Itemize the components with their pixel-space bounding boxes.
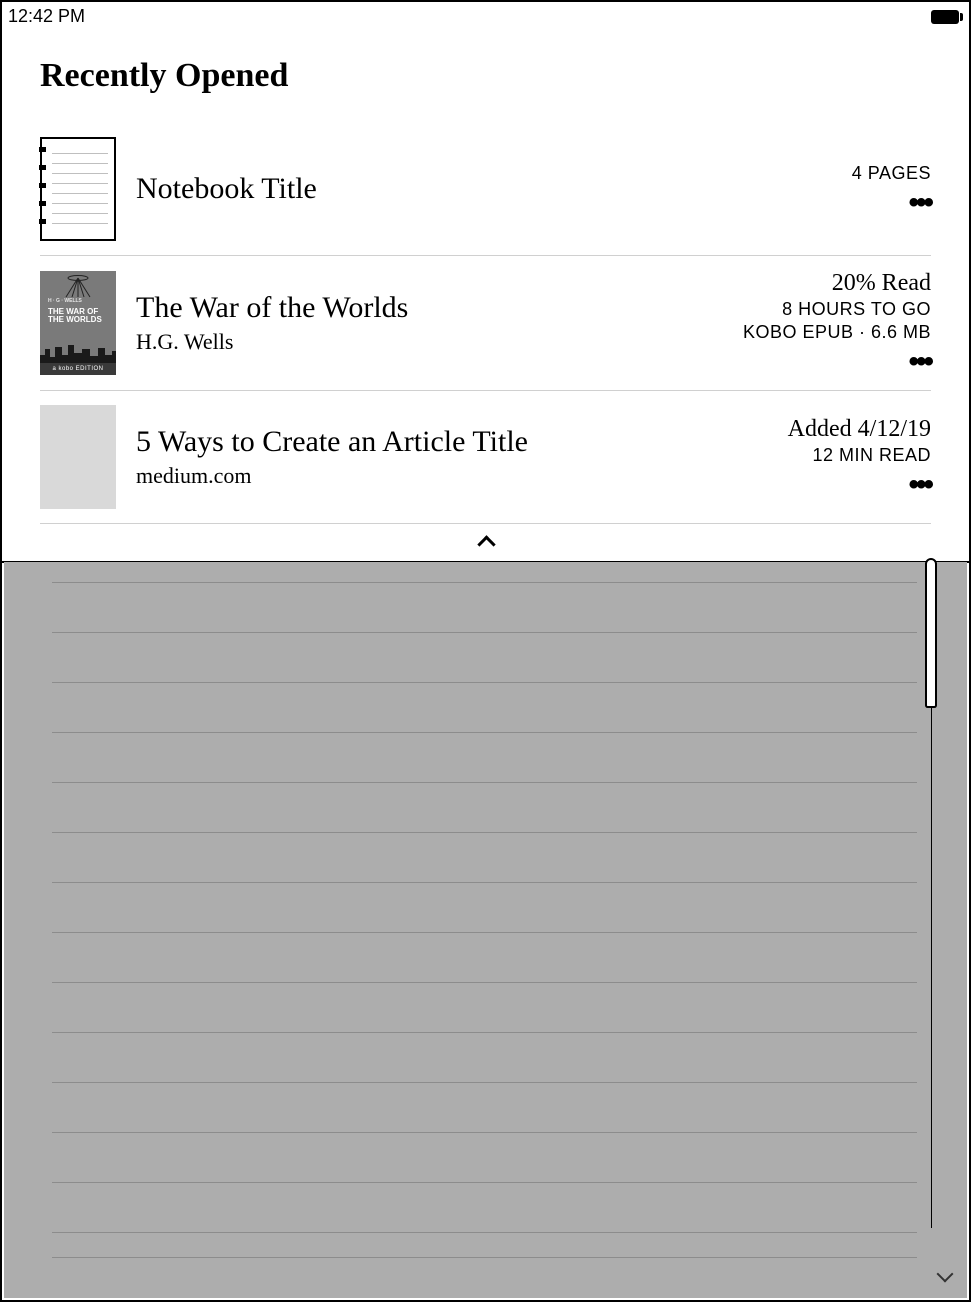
more-options-icon[interactable]: •••	[908, 194, 931, 212]
chevron-up-icon	[477, 532, 495, 550]
item-source: medium.com	[136, 463, 768, 489]
row-meta: 20% Read 8 HOURS TO GO KOBO EPUB · 6.6 M…	[743, 270, 931, 376]
row-main: 5 Ways to Create an Article Title medium…	[136, 425, 768, 490]
book-cover-thumbnail: H · G · WELLS THE WAR OF THE WORLDS a ko…	[40, 271, 116, 375]
cover-title: THE WAR OF THE WORLDS	[48, 307, 102, 325]
status-time: 12:42 PM	[8, 6, 85, 27]
more-options-icon[interactable]: •••	[908, 353, 931, 371]
cover-edition: a kobo EDITION	[40, 363, 116, 375]
row-main: Notebook Title	[136, 172, 832, 207]
item-read-time: 12 MIN READ	[788, 445, 931, 466]
status-bar: 12:42 PM	[2, 2, 969, 29]
recently-opened-panel: Recently Opened Notebook Title 4 PAGES •…	[2, 29, 969, 561]
section-title: Recently Opened	[40, 57, 931, 95]
item-time-remaining: 8 HOURS TO GO	[743, 299, 931, 320]
item-title: 5 Ways to Create an Article Title	[136, 425, 566, 460]
more-options-icon[interactable]: •••	[908, 476, 931, 494]
stylus-icon	[923, 558, 939, 708]
collapse-panel-button[interactable]	[40, 524, 931, 561]
item-format-size: KOBO EPUB · 6.6 MB	[743, 322, 931, 343]
cover-author: H · G · WELLS	[48, 299, 108, 305]
item-added-date: Added 4/12/19	[788, 416, 931, 443]
item-author: H.G. Wells	[136, 329, 723, 355]
notebook-thumbnail-icon	[40, 137, 116, 241]
list-item-notebook[interactable]: Notebook Title 4 PAGES •••	[40, 123, 931, 256]
item-progress: 20% Read	[743, 270, 931, 297]
item-title: The War of the Worlds	[136, 291, 566, 326]
row-meta: Added 4/12/19 12 MIN READ •••	[788, 416, 931, 499]
item-title: Notebook Title	[136, 172, 566, 207]
row-main: The War of the Worlds H.G. Wells	[136, 291, 723, 356]
notebook-canvas[interactable]	[4, 562, 967, 1298]
row-meta: 4 PAGES •••	[852, 161, 931, 217]
item-meta-pages: 4 PAGES	[852, 163, 931, 184]
list-item-article[interactable]: 5 Ways to Create an Article Title medium…	[40, 391, 931, 524]
list-item-book[interactable]: H · G · WELLS THE WAR OF THE WORLDS a ko…	[40, 256, 931, 391]
battery-icon	[931, 10, 959, 24]
scroll-down-button[interactable]	[935, 1266, 955, 1286]
article-thumbnail-placeholder	[40, 405, 116, 509]
